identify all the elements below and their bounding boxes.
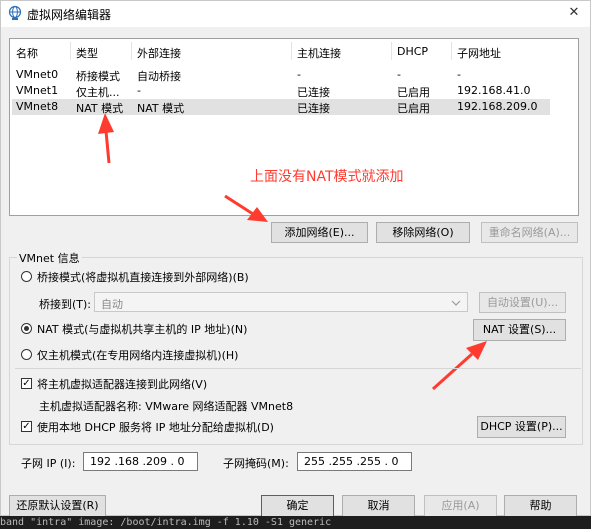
column-divider <box>291 42 292 60</box>
cell-host-connection: 已连接 <box>297 102 330 115</box>
column-divider <box>70 42 71 60</box>
table-row-vmnet1[interactable]: VMnet1 仅主机... - 已连接 已启用 192.168.41.0 <box>12 83 550 99</box>
connect-adapter-checkbox[interactable]: ✓ <box>21 378 32 389</box>
cell-subnet: 192.168.41.0 <box>457 84 531 97</box>
cell-type: 桥接模式 <box>76 70 120 83</box>
use-dhcp-label[interactable]: 使用本地 DHCP 服务将 IP 地址分配给虚拟机(D) <box>37 419 274 435</box>
chevron-down-icon <box>451 300 461 306</box>
cell-host-connection: 已连接 <box>297 86 330 99</box>
window-title: 虚拟网络编辑器 <box>27 8 112 22</box>
column-header-subnet[interactable]: 子网地址 <box>457 45 501 61</box>
help-button[interactable]: 帮助 <box>504 495 577 517</box>
subnet-ip-label: 子网 IP (I): <box>21 457 76 470</box>
cell-dhcp: 已启用 <box>397 86 430 99</box>
column-header-name[interactable]: 名称 <box>16 45 38 61</box>
rename-network-button[interactable]: 重命名网络(A)... <box>481 222 578 243</box>
cell-type: NAT 模式 <box>76 102 124 115</box>
close-button[interactable]: ✕ <box>563 3 585 23</box>
subnet-ip-input[interactable]: 192 .168 .209 . 0 <box>83 452 198 471</box>
subnet-mask-label: 子网掩码(M): <box>223 457 289 470</box>
column-divider <box>131 42 132 60</box>
dhcp-settings-button[interactable]: DHCP 设置(P)... <box>477 416 566 438</box>
cell-subnet: 192.168.209.0 <box>457 100 538 113</box>
bridge-to-value: 自动 <box>101 298 123 311</box>
cancel-button[interactable]: 取消 <box>342 495 415 517</box>
cell-name: VMnet1 <box>16 84 59 97</box>
title-bar: 虚拟网络编辑器 ✕ <box>1 1 590 27</box>
adapter-name-text: 主机虚拟适配器名称: VMware 网络适配器 VMnet8 <box>39 400 294 413</box>
cell-dhcp: 已启用 <box>397 102 430 115</box>
network-list[interactable]: 名称 类型 外部连接 主机连接 DHCP 子网地址 VMnet0 桥接模式 自动… <box>9 38 579 216</box>
apply-button[interactable]: 应用(A) <box>424 495 497 517</box>
cell-external: NAT 模式 <box>137 102 185 115</box>
globe-network-icon <box>8 5 22 20</box>
cell-host-connection: - <box>297 68 301 81</box>
nat-settings-button[interactable]: NAT 设置(S)... <box>473 319 566 341</box>
cell-name: VMnet0 <box>16 68 59 81</box>
subnet-ip-value: 192 .168 .209 . 0 <box>90 455 185 468</box>
cell-subnet: - <box>457 68 461 81</box>
add-network-button[interactable]: 添加网络(E)... <box>271 222 368 243</box>
background-terminal-strip: band "intra" image: /boot/intra.img -f 1… <box>0 516 591 529</box>
remove-network-button[interactable]: 移除网络(O) <box>376 222 470 243</box>
subnet-mask-value: 255 .255 .255 . 0 <box>304 455 399 468</box>
table-row-vmnet8[interactable]: VMnet8 NAT 模式 NAT 模式 已连接 已启用 192.168.209… <box>12 99 550 115</box>
column-header-external[interactable]: 外部连接 <box>137 45 181 61</box>
auto-settings-button[interactable]: 自动设置(U)... <box>479 292 566 313</box>
divider <box>15 368 581 369</box>
cell-type: 仅主机... <box>76 86 120 99</box>
radio-bridged[interactable] <box>21 271 32 282</box>
radio-host-only[interactable] <box>21 349 32 360</box>
bridge-to-select[interactable]: 自动 <box>94 292 468 312</box>
cell-external: 自动桥接 <box>137 70 181 83</box>
column-divider <box>391 42 392 60</box>
subnet-mask-input[interactable]: 255 .255 .255 . 0 <box>297 452 412 471</box>
vmnet-info-legend: VMnet 信息 <box>17 250 82 266</box>
radio-nat[interactable] <box>21 323 32 334</box>
table-row-vmnet0[interactable]: VMnet0 桥接模式 自动桥接 - - - <box>12 67 550 83</box>
column-divider <box>451 42 452 60</box>
cell-name: VMnet8 <box>16 100 59 113</box>
cell-external: - <box>137 84 141 97</box>
radio-nat-label[interactable]: NAT 模式(与虚拟机共享主机的 IP 地址)(N) <box>37 321 247 337</box>
radio-bridged-label[interactable]: 桥接模式(将虚拟机直接连接到外部网络)(B) <box>37 269 249 285</box>
column-header-host-connection[interactable]: 主机连接 <box>297 45 341 61</box>
column-header-type[interactable]: 类型 <box>76 45 98 61</box>
radio-host-only-label[interactable]: 仅主机模式(在专用网络内连接虚拟机)(H) <box>37 347 238 363</box>
annotation-text: 上面没有NAT模式就添加 <box>250 169 404 185</box>
column-header-dhcp[interactable]: DHCP <box>397 45 428 58</box>
use-dhcp-checkbox[interactable]: ✓ <box>21 421 32 432</box>
restore-defaults-button[interactable]: 还原默认设置(R) <box>9 495 106 517</box>
bridge-to-label: 桥接到(T): <box>39 298 92 311</box>
connect-adapter-label[interactable]: 将主机虚拟适配器连接到此网络(V) <box>37 376 207 392</box>
cell-dhcp: - <box>397 68 401 81</box>
virtual-network-editor-window: 虚拟网络编辑器 ✕ 名称 类型 外部连接 主机连接 DHCP 子网地址 VMne… <box>0 0 591 517</box>
ok-button[interactable]: 确定 <box>261 495 334 517</box>
